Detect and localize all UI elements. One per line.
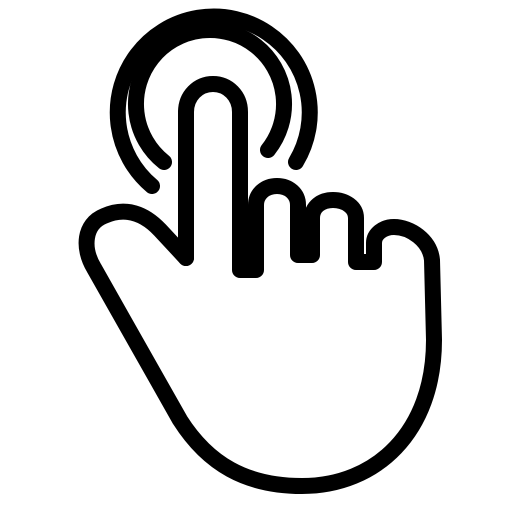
tap-gesture-svg (78, 8, 442, 494)
tap-gesture-icon (0, 0, 512, 512)
icon-canvas (0, 0, 512, 512)
